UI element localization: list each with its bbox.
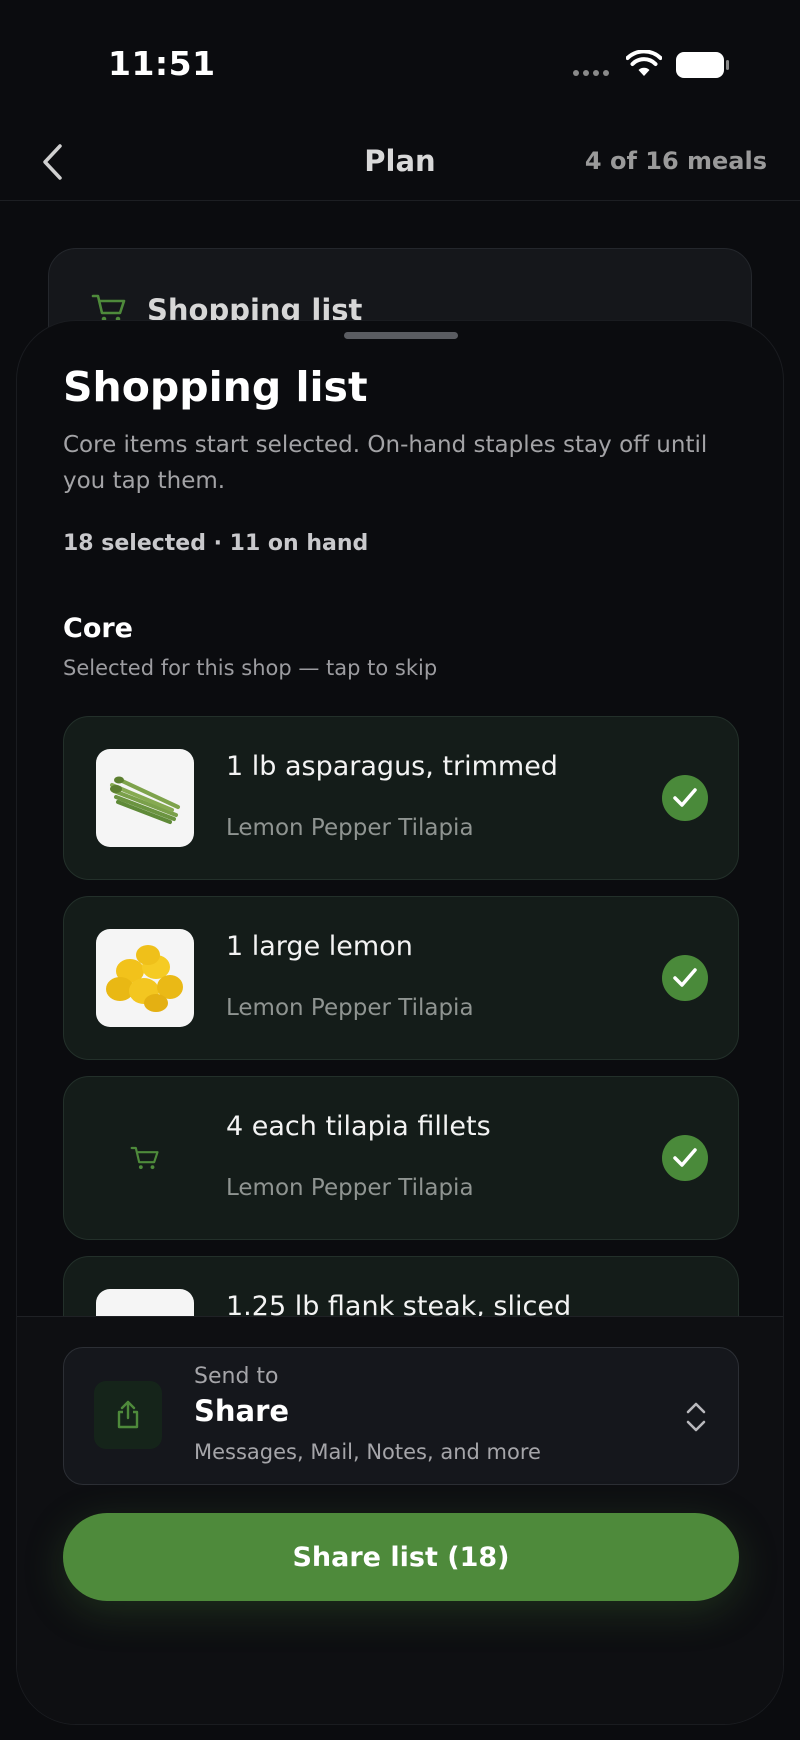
cart-icon (96, 1109, 194, 1207)
share-icon (94, 1381, 162, 1449)
send-to-selector[interactable]: Send to Share Messages, Mail, Notes, and… (63, 1347, 739, 1485)
section-subtitle: Selected for this shop — tap to skip (63, 656, 438, 680)
asparagus-image (96, 749, 194, 847)
section-title: Core (63, 613, 133, 644)
navigation-bar: Plan 4 of 16 meals (0, 125, 800, 201)
item-name: 1.25 lb flank steak, sliced (226, 1291, 572, 1316)
shopping-list-sheet: Shopping list Core items start selected.… (16, 320, 784, 1725)
item-name: 4 each tilapia fillets (226, 1111, 491, 1142)
item-recipe: Lemon Pepper Tilapia (226, 815, 474, 841)
item-list: 1 lb asparagus, trimmed Lemon Pepper Til… (63, 716, 739, 1316)
lemons-image (96, 929, 194, 1027)
battery-icon (676, 52, 729, 78)
cart-icon (91, 294, 126, 322)
status-bar: 11:51 (0, 0, 800, 120)
list-item[interactable]: 1 lb asparagus, trimmed Lemon Pepper Til… (63, 716, 739, 880)
item-name: 1 large lemon (226, 931, 413, 962)
list-item[interactable]: 1.25 lb flank steak, sliced (63, 1256, 739, 1316)
meals-progress: 4 of 16 meals (584, 147, 767, 175)
sheet-title: Shopping list (63, 363, 368, 411)
send-to-description: Messages, Mail, Notes, and more (194, 1440, 541, 1464)
list-item[interactable]: 4 each tilapia fillets Lemon Pepper Tila… (63, 1076, 739, 1240)
send-to-label: Send to (194, 1364, 279, 1389)
share-list-button[interactable]: Share list (18) (63, 1513, 739, 1601)
cellular-signal-icon (573, 70, 609, 76)
sheet-subtitle: Core items start selected. On-hand stapl… (63, 432, 708, 494)
send-to-value: Share (194, 1394, 290, 1428)
item-recipe: Lemon Pepper Tilapia (226, 995, 474, 1021)
checkmark-icon[interactable] (662, 775, 708, 821)
item-recipe: Lemon Pepper Tilapia (226, 1175, 474, 1201)
checkmark-icon[interactable] (662, 1135, 708, 1181)
selection-counts: 18 selected · 11 on hand (63, 531, 369, 556)
wifi-icon (626, 50, 662, 76)
steak-image (96, 1289, 194, 1316)
list-item[interactable]: 1 large lemon Lemon Pepper Tilapia (63, 896, 739, 1060)
sheet-grabber[interactable] (344, 332, 458, 339)
item-name: 1 lb asparagus, trimmed (226, 751, 558, 782)
status-time: 11:51 (108, 44, 216, 83)
checkmark-icon[interactable] (662, 955, 708, 1001)
bottom-panel: Send to Share Messages, Mail, Notes, and… (17, 1316, 783, 1724)
chevron-up-down-icon (686, 1402, 706, 1432)
